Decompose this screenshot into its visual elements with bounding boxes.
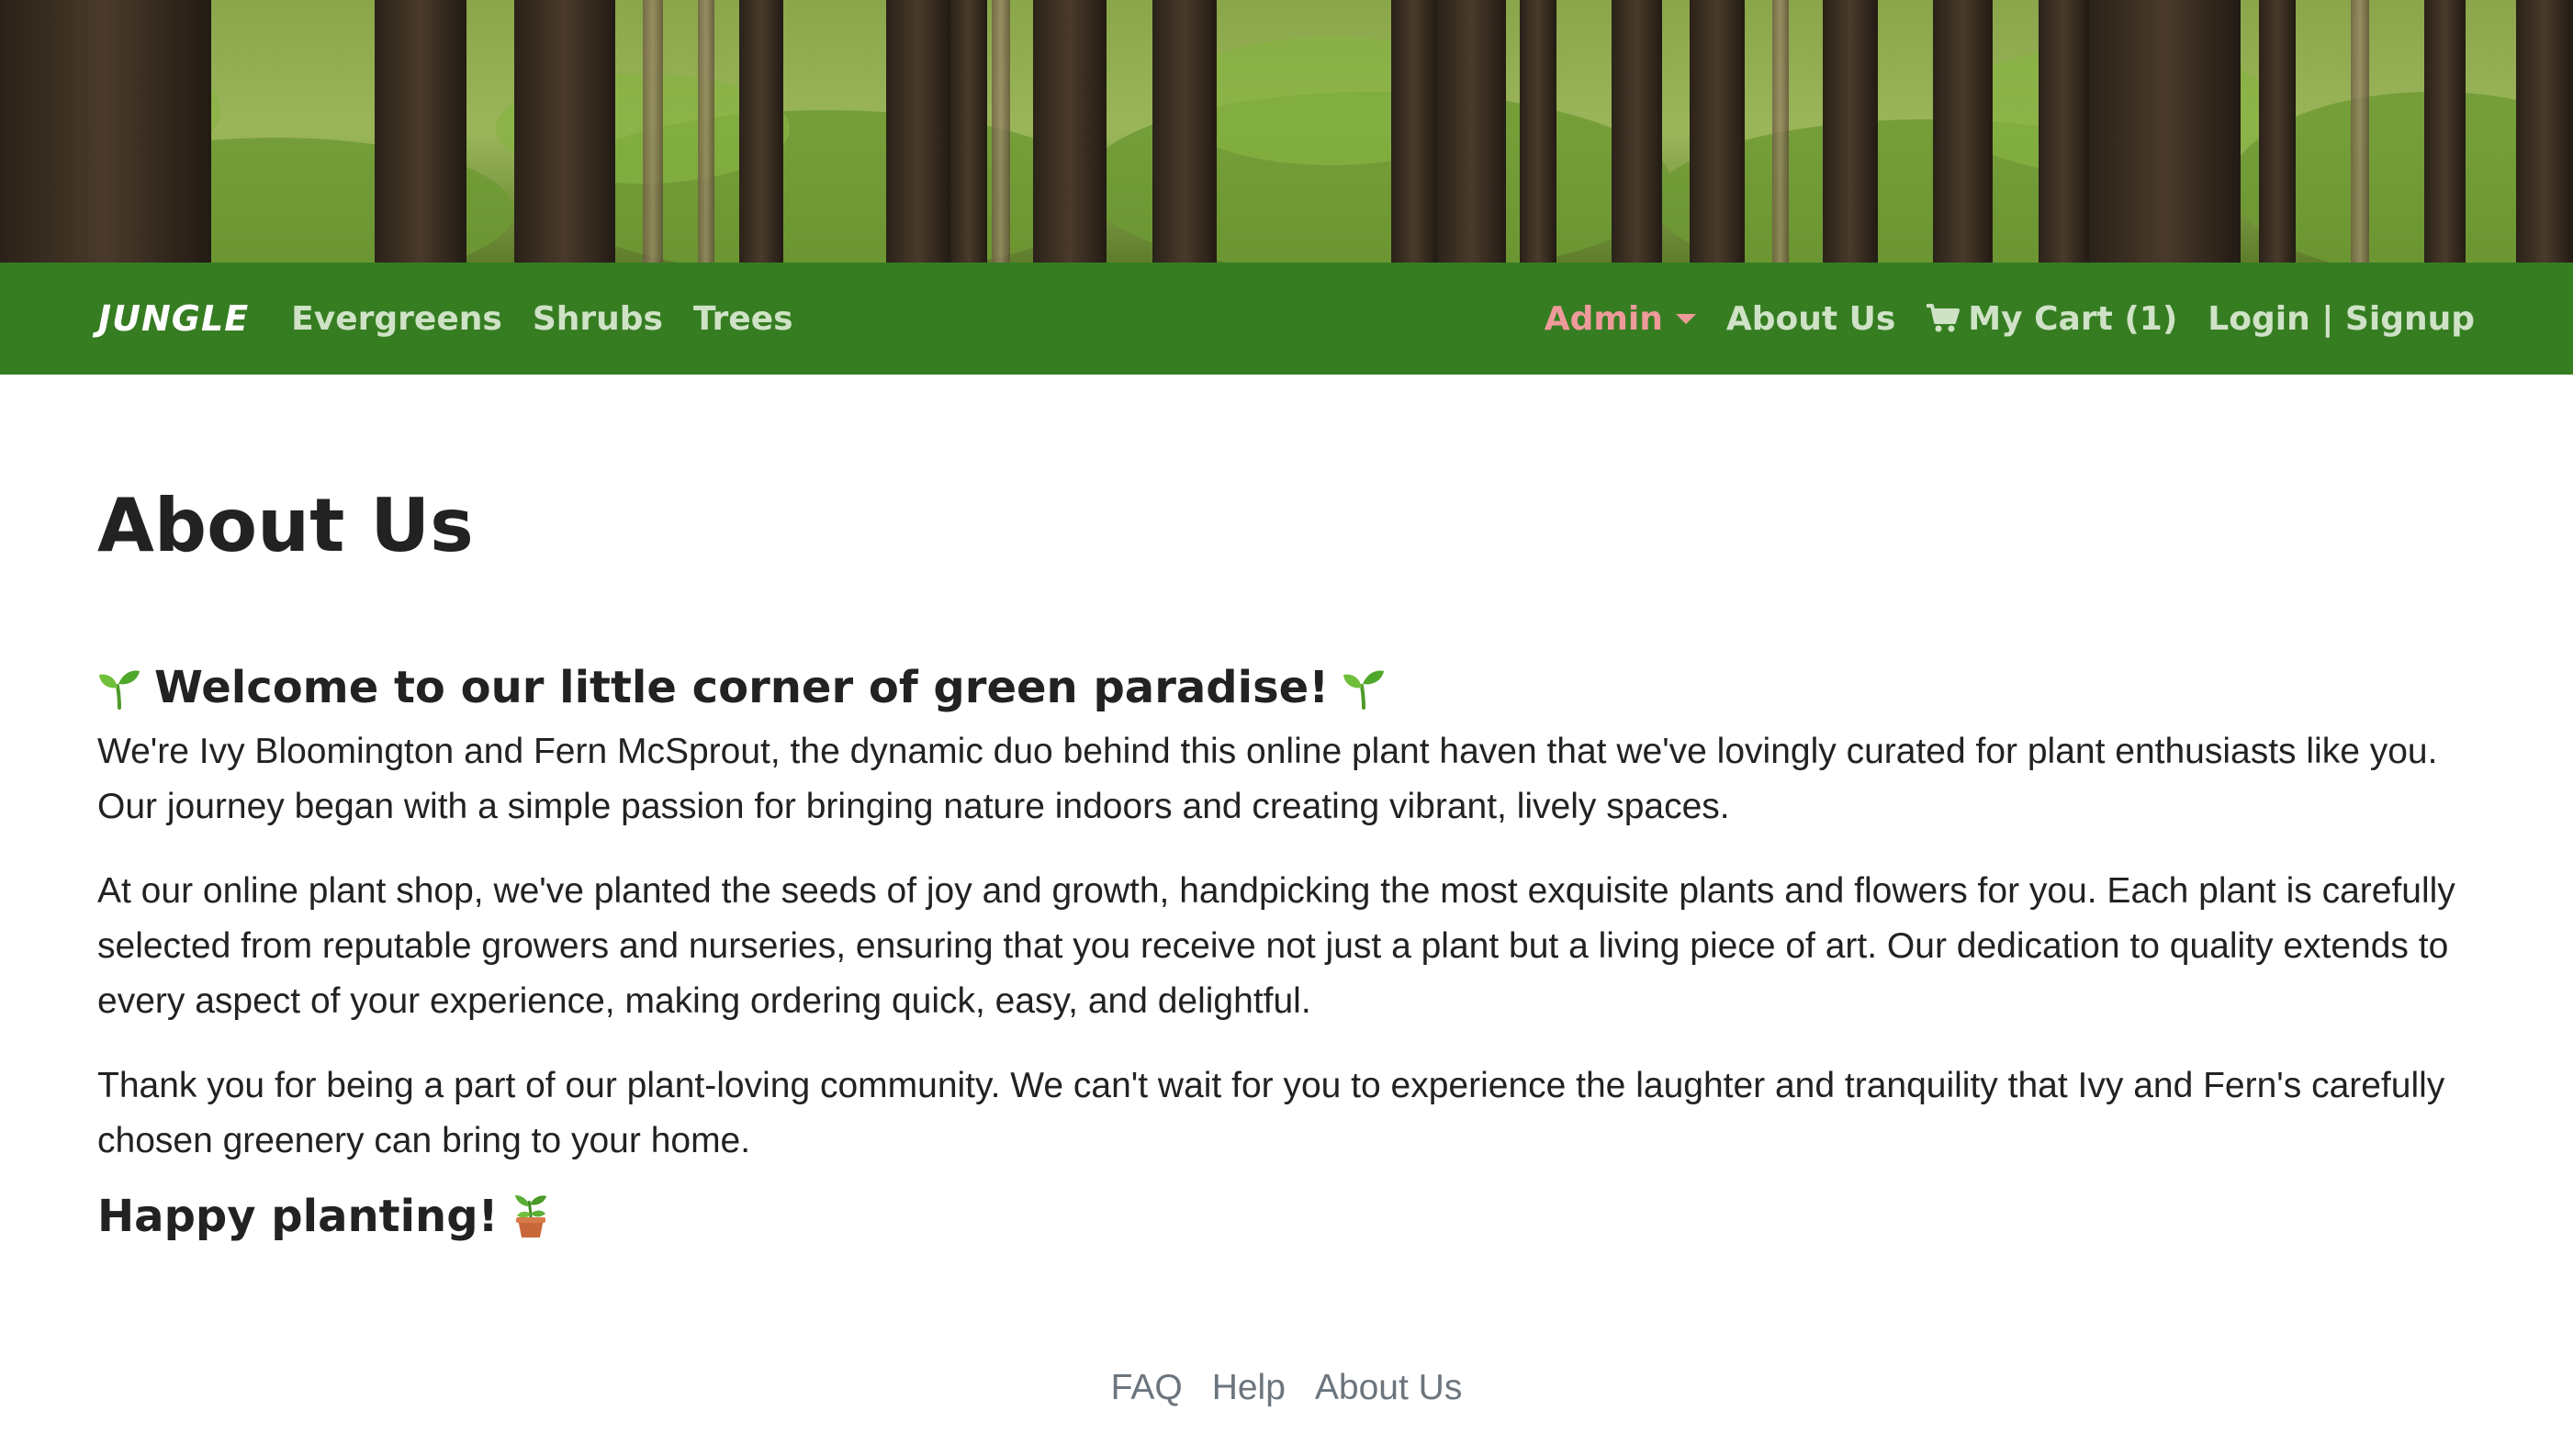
hero-forest-banner [0,0,2573,263]
nav-link-evergreens[interactable]: Evergreens [291,300,502,338]
welcome-heading: Welcome to our little corner of green pa… [97,662,2485,715]
caret-down-icon [1675,313,1696,324]
about-content: About Us Welcome to our little corner of… [97,375,2485,1242]
intro-paragraph: We're Ivy Bloomington and Fern McSprout,… [97,731,2438,826]
closing-heading-text: Happy planting! [97,1190,499,1242]
nav-link-trees[interactable]: Trees [693,300,793,338]
seedling-icon [1342,667,1386,710]
shop-paragraph: At our online plant shop, we've planted … [97,870,2455,1021]
thanks-paragraph: Thank you for being a part of our plant-… [97,1065,2445,1160]
cart-label: My Cart (1) [1968,299,2178,338]
admin-label: Admin [1544,299,1663,338]
potted-plant-icon [511,1193,551,1239]
main-navbar: JUNGLE Evergreens Shrubs Trees Admin Abo… [0,263,2573,375]
admin-dropdown-toggle[interactable]: Admin [1545,300,1696,338]
nav-right-links: Admin About Us My Cart (1) Login | Signu… [1545,300,2475,338]
welcome-heading-text: Welcome to our little corner of green pa… [154,662,1330,713]
footer-links: FAQ Help About Us [0,1368,2573,1408]
nav-link-my-cart[interactable]: My Cart (1) [1926,300,2177,338]
cart-icon [1926,304,1961,333]
seedling-icon [97,667,141,710]
footer-link-faq[interactable]: FAQ [1111,1368,1183,1408]
nav-link-login-signup[interactable]: Login | Signup [2208,300,2475,338]
footer-link-help[interactable]: Help [1212,1368,1286,1408]
footer-link-about-us[interactable]: About Us [1315,1368,1462,1408]
nav-link-about-us[interactable]: About Us [1726,300,1895,338]
brand-logo-link[interactable]: JUNGLE [98,298,249,339]
nav-link-shrubs[interactable]: Shrubs [533,300,663,338]
forest-banner-image [0,0,2573,263]
page-title: About Us [97,483,474,568]
closing-heading: Happy planting! [97,1191,2485,1242]
nav-left-links: Evergreens Shrubs Trees [291,300,823,338]
